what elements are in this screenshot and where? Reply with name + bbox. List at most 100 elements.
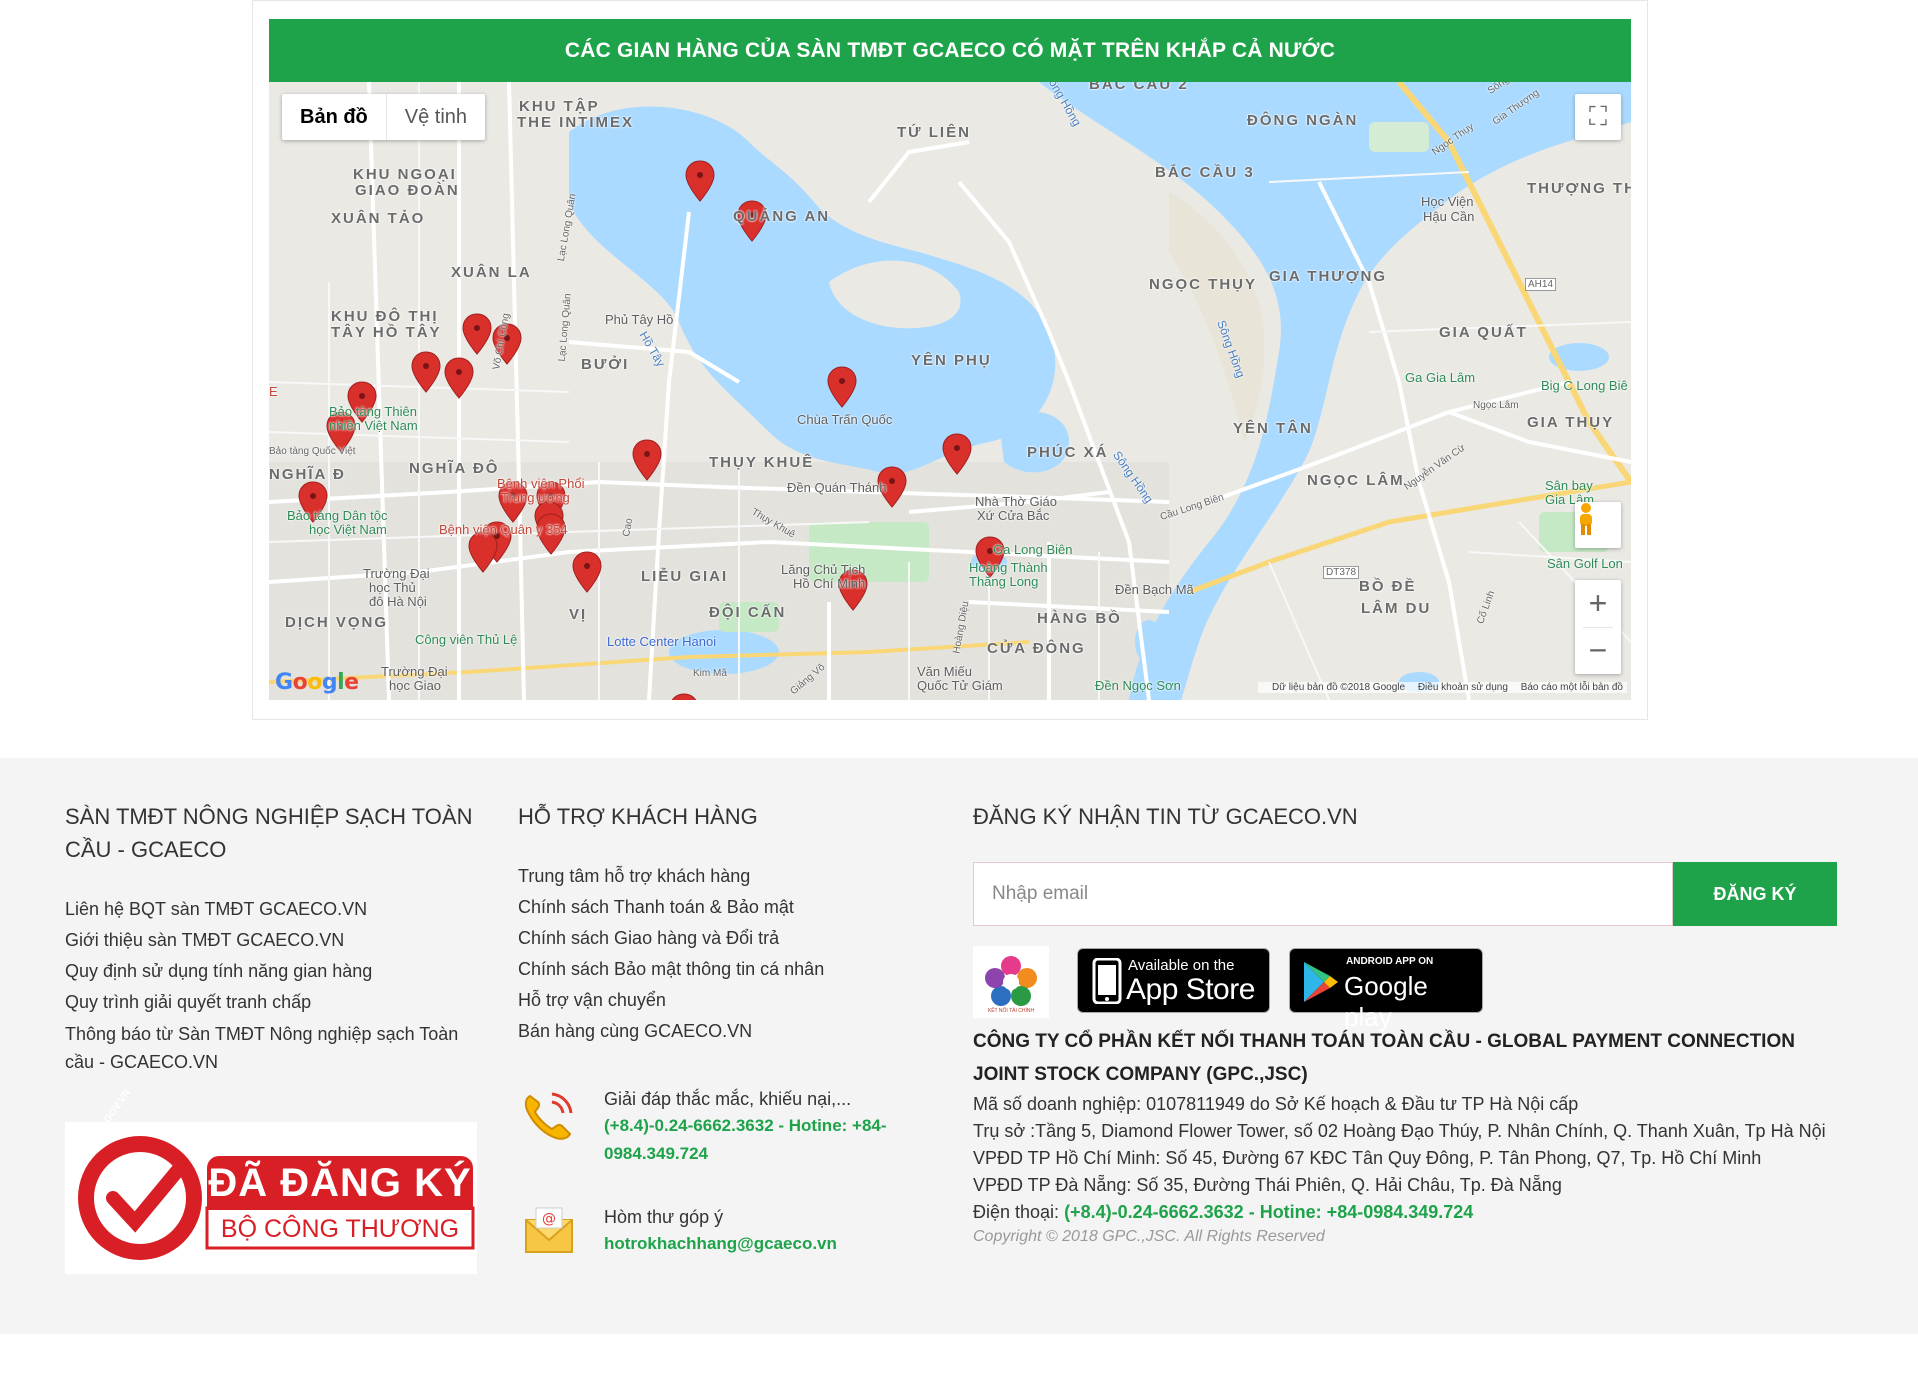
map-data-credit: Dữ liệu bản đồ ©2018 Google	[1272, 682, 1406, 693]
map-label: đô Hà Nội	[369, 594, 427, 609]
appstore-small-text: Available on the	[1128, 957, 1235, 974]
map-label: BẮC CẦU 2	[1089, 82, 1189, 93]
map-label: ĐÔNG NGÀN	[1247, 112, 1359, 129]
map-label: THƯỢNG THA	[1527, 180, 1631, 197]
map-type-roadmap-button[interactable]: Bản đồ	[282, 94, 387, 140]
map-label: Đền Quán Thánh	[787, 480, 887, 495]
map-label: THỤY KHUÊ	[709, 454, 815, 471]
newsletter-email-input[interactable]	[973, 862, 1673, 926]
map-label: Ga Long Biên	[993, 542, 1073, 557]
map-label: Hoàng Thành	[969, 560, 1048, 575]
pegman-icon	[1580, 503, 1592, 535]
phone-numbers[interactable]: (+8.4)-0.24-6662.3632 - Hotine: +84-0984…	[604, 1112, 934, 1168]
map-label: NGHĨA ĐÔ	[409, 460, 500, 477]
map-label: Chùa Trấn Quốc	[797, 412, 893, 427]
map-label: TỨ LIÊN	[897, 124, 971, 141]
map-label: LÂM DU	[1361, 600, 1432, 617]
phone-icon	[520, 1088, 576, 1149]
map-label: Đền Ngọc Sơn	[1095, 678, 1181, 693]
map-label: XUÂN LA	[451, 264, 532, 281]
google-play-badge[interactable]: ANDROID APP ON Google play	[1289, 948, 1483, 1032]
svg-text:@: @	[542, 1211, 556, 1227]
map-label: Công viên Thủ Lệ	[415, 632, 518, 647]
map-label: NGỌC THỤY	[1149, 276, 1257, 293]
map-label: Ngọc Lâm	[1473, 400, 1519, 411]
map-label: Bảo tàng Quốc Việt	[269, 446, 356, 457]
footer-link-contact[interactable]: Liên hệ BQT sàn TMĐT GCAECO.VN	[65, 896, 367, 922]
footer-link-privacy-policy[interactable]: Chính sách Bảo mật thông tin cá nhân	[518, 956, 824, 982]
map-label: Đền Bạch Mã	[1115, 582, 1194, 597]
footer-link-shipping-policy[interactable]: Chính sách Giao hàng và Đổi trả	[518, 925, 779, 951]
map-label: KHU ĐÔ THỊ	[331, 308, 439, 325]
company-hcm-office: VPĐD TP Hồ Chí Minh: Số 45, Đường 67 KĐC…	[973, 1148, 1762, 1168]
zoom-in-button[interactable]: +	[1575, 580, 1621, 627]
company-tax-id: Mã số doanh nghiệp: 0107811949 do Sở Kế …	[973, 1094, 1579, 1114]
map-label: KHU TẬP	[519, 98, 600, 115]
fullscreen-button[interactable]: ⛶	[1575, 94, 1621, 140]
app-store-badge[interactable]: Available on the App Store	[1077, 948, 1270, 1013]
map-label: Trung ương	[501, 490, 570, 505]
company-phone: Điện thoại: (+8.4)-0.24-6662.3632 - Hoti…	[973, 1199, 1473, 1226]
map-label: Quốc Tử Giám	[917, 678, 1003, 693]
google-logo[interactable]: Google	[275, 670, 359, 695]
map-label: GIAO ĐOÀN	[355, 182, 460, 199]
map-type-satellite-button[interactable]: Vệ tinh	[387, 94, 485, 140]
map-label: Hậu Cần	[1423, 209, 1475, 224]
map-label: AH14	[1525, 278, 1557, 291]
map-label: TÂY HỒ TÂY	[331, 324, 442, 341]
map-label: học Việt Nam	[309, 522, 387, 537]
map-label: nhiên Việt Nam	[329, 418, 418, 433]
footer-link-shipping-support[interactable]: Hỗ trợ vận chuyển	[518, 987, 666, 1013]
footer-link-store-rules[interactable]: Quy định sử dụng tính năng gian hàng	[65, 958, 372, 984]
map-label: PHÚC XÁ	[1027, 444, 1109, 461]
map-label: học Thủ	[369, 580, 416, 595]
map-label: BẮC CẦU 3	[1155, 164, 1255, 181]
map-label: HÀNG BỒ	[1037, 610, 1122, 627]
map-label: GIA THỤY	[1527, 414, 1615, 431]
google-play-icon	[1304, 962, 1338, 1002]
map-label: Thăng Long	[969, 574, 1039, 589]
appstore-big-text: App Store	[1126, 973, 1255, 1006]
gpc-logo[interactable]: KẾT NỐI TÀI CHÍNH	[973, 946, 1049, 1018]
map-label: ĐỘI CẤN	[709, 604, 787, 621]
map-label: NGỌC LÂM	[1307, 472, 1405, 489]
registered-moit-badge[interactable]: ONLINE.GOV.VN ĐÃ ĐĂNG KÝ BỘ CÔNG THƯƠNG	[65, 1088, 477, 1274]
map-label: YÊN TÂN	[1233, 420, 1313, 437]
map-label: BỒ ĐỀ	[1359, 578, 1417, 595]
mail-caption: Hòm thư góp ý	[604, 1207, 724, 1227]
footer-col3-title: ĐĂNG KÝ NHẬN TIN TỪ GCAECO.VN	[973, 804, 1358, 829]
map-label: Sân bay	[1545, 478, 1593, 493]
map-label: học Giao	[389, 678, 442, 693]
footer-link-dispute[interactable]: Quy trình giải quyết tranh chấp	[65, 989, 311, 1015]
street-view-pegman[interactable]	[1575, 502, 1621, 548]
company-phone-value[interactable]: (+8.4)-0.24-6662.3632 - Hotine: +84-0984…	[1064, 1202, 1473, 1222]
support-email-link[interactable]: hotrokhachhang@gcaeco.vn	[604, 1231, 837, 1257]
fullscreen-icon: ⛶	[1588, 101, 1608, 131]
terms-link[interactable]: Điều khoản sử dụng	[1418, 682, 1508, 693]
phone-caption: Giải đáp thắc mắc, khiếu nại,...	[604, 1089, 852, 1109]
footer-link-payment-policy[interactable]: Chính sách Thanh toán & Bảo mật	[518, 894, 794, 920]
mail-icon: @	[522, 1206, 576, 1261]
google-map[interactable]: KHU TẬP THE INTIMEX TỨ LIÊN ĐÔNG NGÀN BẮ…	[269, 82, 1631, 700]
map-label: Bệnh viện Phổi	[497, 476, 585, 491]
subscribe-button[interactable]: ĐĂNG KÝ	[1673, 862, 1837, 926]
map-attribution: Dữ liệu bản đồ ©2018 Google Điều khoản s…	[1258, 682, 1627, 693]
map-label: VỊ	[569, 606, 588, 623]
googleplay-small-text: ANDROID APP ON	[1346, 956, 1434, 967]
report-error-link[interactable]: Báo cáo một lỗi bản đồ	[1521, 682, 1623, 693]
footer-link-sell-with-us[interactable]: Bán hàng cùng GCAECO.VN	[518, 1018, 752, 1044]
map-label: CỬA ĐÔNG	[987, 640, 1086, 657]
footer-link-support-center[interactable]: Trung tâm hỗ trợ khách hàng	[518, 863, 750, 889]
map-label: KHU NGOẠI	[353, 166, 457, 183]
map-label: Trường Đại	[381, 664, 448, 679]
map-label: Bảo tàng Thiên	[329, 404, 417, 419]
map-label: Văn Miếu	[917, 664, 972, 679]
store-map-card: CÁC GIAN HÀNG CỦA SÀN TMĐT GCAECO CÓ MẶT…	[252, 0, 1648, 720]
footer-link-about[interactable]: Giới thiệu sàn TMĐT GCAECO.VN	[65, 927, 344, 953]
footer-link-announcement[interactable]: Thông báo từ Sàn TMĐT Nông nghiệp sạch T…	[65, 1020, 475, 1076]
zoom-out-button[interactable]: −	[1575, 627, 1621, 674]
map-label: DT378	[1323, 566, 1360, 579]
map-label: Ga Gia Lâm	[1405, 370, 1476, 385]
map-label: Hồ Chí Minh	[793, 576, 866, 591]
map-label: THE INTIMEX	[517, 114, 635, 131]
